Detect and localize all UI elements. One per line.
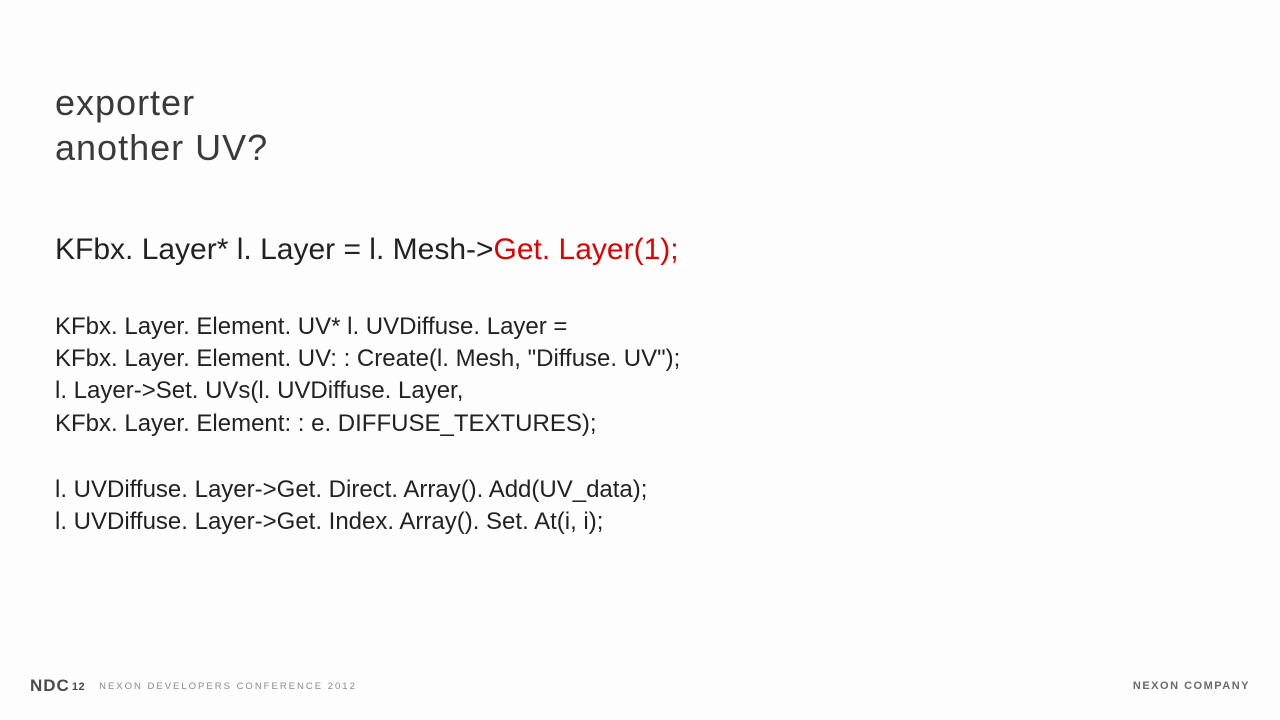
footer-left: NDC12 NEXON DEVELOPERS CONFERENCE 2012	[30, 676, 357, 696]
code-block2-line1: l. UVDiffuse. Layer->Get. Direct. Array(…	[55, 474, 1225, 506]
ndc-logo-main: NDC	[30, 676, 70, 696]
code-block-1: KFbx. Layer. Element. UV* l. UVDiffuse. …	[55, 311, 1225, 441]
code-block-2: l. UVDiffuse. Layer->Get. Direct. Array(…	[55, 474, 1225, 539]
code-block1-line3: l. Layer->Set. UVs(l. UVDiffuse. Layer,	[55, 375, 1225, 407]
code-line-1: KFbx. Layer* l. Layer = l. Mesh->Get. La…	[55, 230, 1225, 271]
code-block1-line2: KFbx. Layer. Element. UV: : Create(l. Me…	[55, 343, 1225, 375]
code-line-1a: KFbx. Layer* l. Layer = l. Mesh->	[55, 233, 494, 266]
code-block1-line4: KFbx. Layer. Element: : e. DIFFUSE_TEXTU…	[55, 408, 1225, 440]
ndc-logo-year: 12	[72, 681, 85, 693]
title-line-2: another UV?	[55, 125, 1225, 170]
slide-root: exporter another UV? KFbx. Layer* l. Lay…	[0, 0, 1280, 720]
code-block1-line1: KFbx. Layer. Element. UV* l. UVDiffuse. …	[55, 311, 1225, 343]
code-block2-line2: l. UVDiffuse. Layer->Get. Index. Array()…	[55, 506, 1225, 538]
slide-footer: NDC12 NEXON DEVELOPERS CONFERENCE 2012 N…	[0, 674, 1280, 698]
ndc-logo: NDC12	[30, 676, 85, 696]
ndc-conference-label: NEXON DEVELOPERS CONFERENCE 2012	[99, 681, 357, 692]
footer-company: NEXON COMPANY	[1133, 680, 1250, 692]
slide-title: exporter another UV?	[55, 80, 1225, 170]
title-line-1: exporter	[55, 80, 1225, 125]
code-line-1b-highlight: Get. Layer(1);	[494, 233, 679, 266]
